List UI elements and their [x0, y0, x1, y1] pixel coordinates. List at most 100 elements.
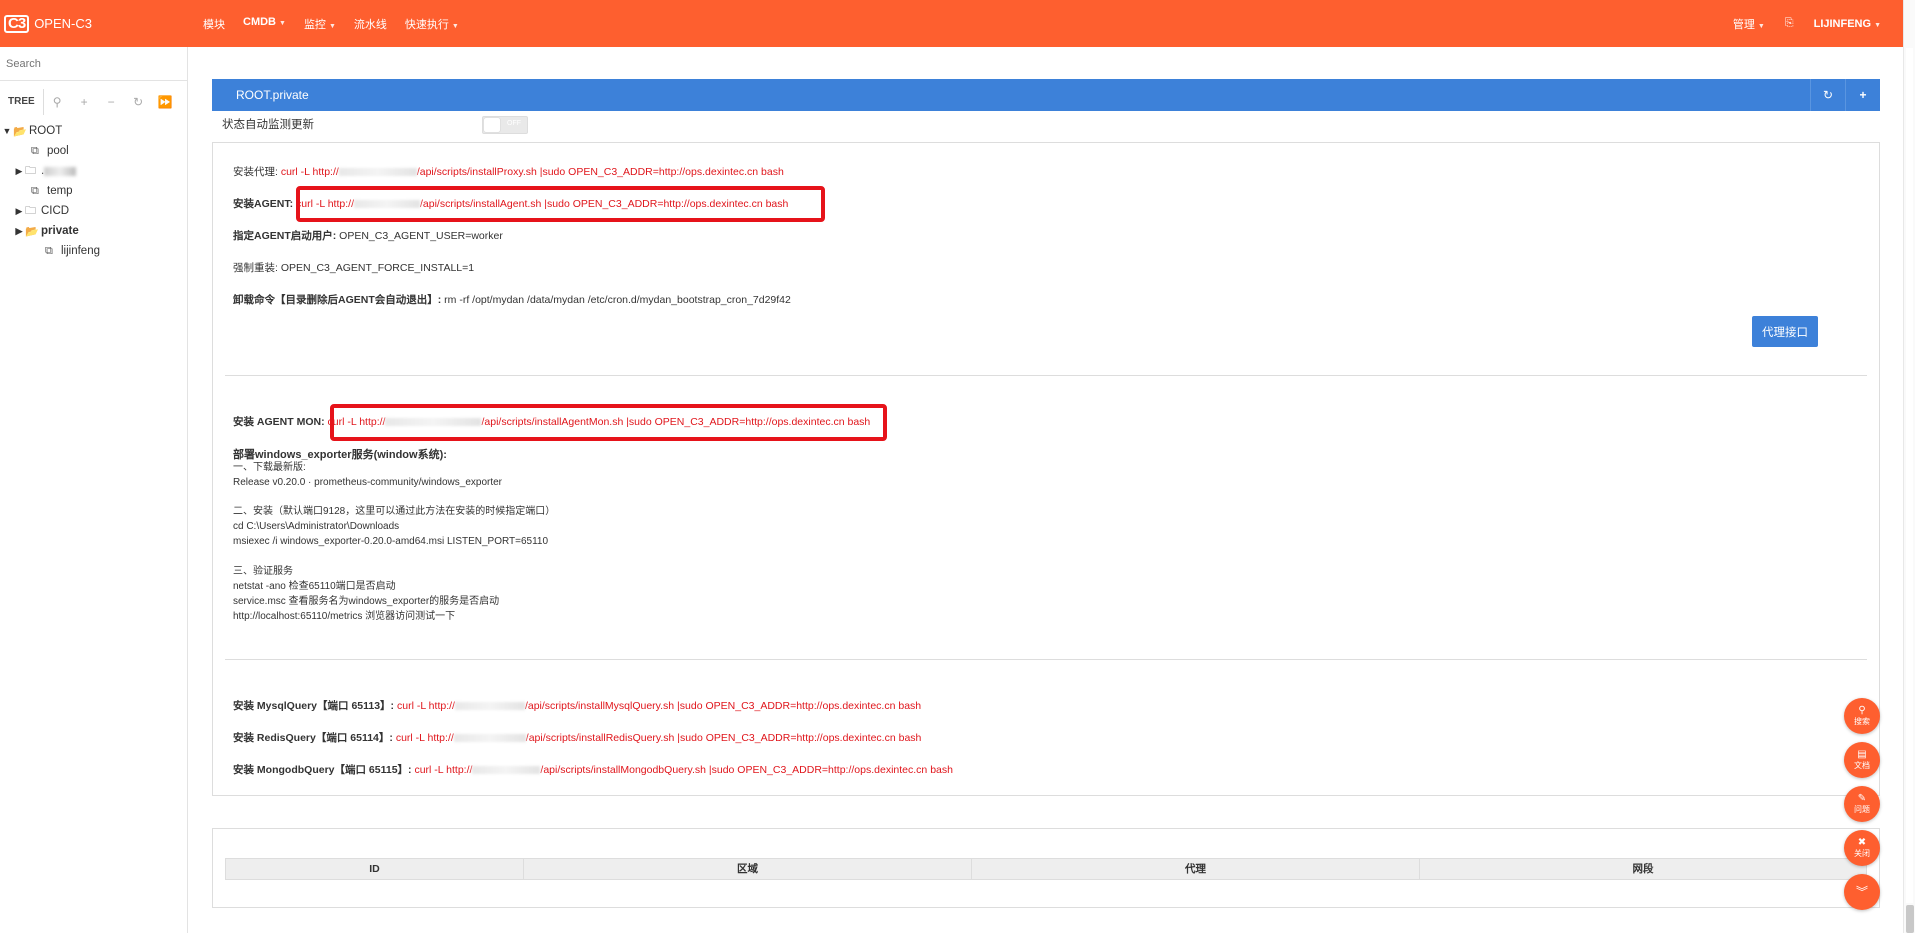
uninstall-label: 卸载命令【目录删除后AGENT会自动退出】: — [233, 294, 442, 306]
pin-icon[interactable]: ⚲ — [44, 95, 71, 109]
auto-update-toggle[interactable]: OFF — [482, 116, 528, 134]
tree-node-cicd[interactable]: ▶ 🗀 CICD — [0, 201, 187, 221]
fab-collapse-button[interactable]: ︾ — [1844, 874, 1880, 910]
blurred-host — [472, 766, 541, 775]
plus-icon[interactable]: + — [71, 95, 98, 109]
install-mongodb-label: 安装 MongodbQuery【端口 65115】: — [233, 764, 412, 776]
tree-node-label: temp — [47, 185, 73, 197]
forward-icon[interactable]: ⏩ — [152, 95, 179, 109]
chevron-right-icon[interactable]: ▶ — [13, 206, 25, 217]
blurred-host — [338, 168, 417, 177]
blurred-label — [44, 166, 77, 176]
folder-open-icon: 📂 — [13, 125, 27, 138]
toggle-knob — [484, 118, 500, 132]
tree-node-label: CICD — [41, 205, 70, 217]
install-proxy-command[interactable]: curl -L http:///api/scripts/installProxy… — [281, 166, 784, 178]
sidebar: TREE ⚲ + − ↻ ⏩ ▼ 📂 ROOT ⧉ pool ▶ 🗀 . ⧉ t… — [0, 47, 188, 933]
column-region[interactable]: 区域 — [524, 859, 972, 879]
section-divider — [225, 659, 1867, 660]
column-subnet[interactable]: 网段 — [1420, 859, 1866, 879]
app-logo[interactable]: C3 OPEN-C3 — [4, 14, 194, 33]
top-navbar: C3 OPEN-C3 模块 CMDB ▼ 监控 ▼ 流水线 快速执行 ▼ 管理 ▼ ⎘ … — [0, 0, 1903, 47]
fab-issue-button[interactable]: ✎ 问题 — [1844, 786, 1880, 822]
tree-search-input[interactable] — [6, 57, 176, 70]
nav-modules[interactable]: 模块 — [194, 16, 234, 32]
chevron-right-icon[interactable]: ▶ — [13, 166, 25, 177]
install-agent-label: 安装AGENT: — [233, 198, 294, 210]
tree-node-hidden[interactable]: ▶ 🗀 . — [0, 161, 187, 181]
force-install-value: OPEN_C3_AGENT_FORCE_INSTALL=1 — [280, 262, 475, 274]
panel-header: ROOT.private ↻ + — [212, 79, 1880, 111]
nav-quick-exec[interactable]: 快速执行 ▼ — [396, 16, 468, 32]
close-icon: ✖ — [1857, 836, 1867, 848]
nav-manage[interactable]: 管理 ▼ — [1723, 16, 1775, 32]
fab-close-button[interactable]: ✖ 关闭 — [1844, 830, 1880, 866]
proxy-table-header: ID 区域 代理 网段 — [225, 858, 1867, 880]
tree-node-root[interactable]: ▼ 📂 ROOT — [0, 121, 187, 141]
copy-icon: ⧉ — [31, 184, 39, 197]
nav-user[interactable]: LIJINFENG ▼ — [1804, 18, 1891, 30]
copy-icon: ⧉ — [45, 244, 53, 257]
windows-step2: 二、安装（默认端口9128，这里可以通过此方法在安装的时候指定端口） cd C:… — [233, 506, 556, 547]
scrollbar-track — [1906, 48, 1913, 903]
page-scrollbar[interactable] — [1903, 0, 1915, 933]
uninstall-line: 卸载命令【目录删除后AGENT会自动退出】: rm -rf /opt/mydan… — [233, 292, 791, 307]
app-name: OPEN-C3 — [34, 16, 92, 31]
section-divider — [225, 375, 1867, 376]
tree-node-lijinfeng[interactable]: ⧉ lijinfeng — [0, 241, 187, 261]
folder-open-icon: 📂 — [25, 225, 39, 238]
add-button[interactable]: + — [1845, 79, 1880, 111]
blurred-host — [454, 702, 525, 711]
tree-node-pool[interactable]: ⧉ pool — [0, 141, 187, 161]
tree-node-label: pool — [47, 145, 69, 157]
fab-label: 搜索 — [1854, 716, 1870, 726]
status-auto-update-label: 状态自动监测更新 — [222, 119, 314, 131]
caret-down-icon: ▼ — [451, 22, 459, 30]
tree-node-temp[interactable]: ⧉ temp — [0, 181, 187, 201]
plus-icon: + — [1859, 88, 1867, 102]
tree-label: TREE — [0, 89, 44, 115]
proxy-api-button[interactable]: 代理接口 — [1752, 316, 1818, 347]
install-agent-mon-label: 安装 AGENT MON: — [233, 416, 325, 428]
nav-pipeline[interactable]: 流水线 — [345, 16, 396, 32]
fab-label: 问题 — [1854, 804, 1870, 814]
nav-cmdb[interactable]: CMDB ▼ — [234, 16, 295, 32]
panel-title: ROOT.private — [236, 88, 309, 102]
refresh-icon[interactable]: ↻ — [125, 95, 152, 109]
status-auto-update: 状态自动监测更新 — [222, 116, 314, 132]
install-mysql-command[interactable]: curl -L http:///api/scripts/installMysql… — [397, 700, 921, 712]
column-id[interactable]: ID — [226, 859, 524, 879]
scrollbar-thumb[interactable] — [1906, 905, 1914, 933]
chevron-right-icon[interactable]: ▶ — [13, 226, 25, 237]
tree-node-private[interactable]: ▶ 📂 private — [0, 221, 187, 241]
highlight-box-agent-mon — [330, 404, 887, 441]
install-mongodb-command[interactable]: curl -L http:///api/scripts/installMongo… — [414, 764, 953, 776]
main-nav: 模块 CMDB ▼ 监控 ▼ 流水线 快速执行 ▼ — [194, 16, 468, 32]
agent-user-value: OPEN_C3_AGENT_USER=worker — [339, 230, 503, 242]
fab-label: 关闭 — [1854, 848, 1870, 858]
tree-node-label: lijinfeng — [61, 245, 100, 257]
column-proxy[interactable]: 代理 — [972, 859, 1420, 879]
language-icon[interactable]: ⎘ — [1775, 17, 1804, 30]
highlight-box-agent — [296, 186, 825, 222]
tree-node-label: ROOT — [29, 125, 63, 137]
install-redis-command[interactable]: curl -L http:///api/scripts/installRedis… — [396, 732, 922, 744]
double-chevron-down-icon: ︾ — [1855, 885, 1868, 899]
install-redis-line: 安装 RedisQuery【端口 65114】: curl -L http://… — [233, 730, 921, 745]
install-proxy-label: 安装代理: — [233, 166, 278, 178]
copy-icon: ⧉ — [31, 144, 39, 157]
caret-down-icon: ▼ — [279, 19, 286, 27]
force-install-label: 强制重装: — [233, 262, 278, 274]
fab-docs-button[interactable]: ▤ 文档 — [1844, 742, 1880, 778]
force-install-line: 强制重装: OPEN_C3_AGENT_FORCE_INSTALL=1 — [233, 260, 474, 275]
chevron-down-icon[interactable]: ▼ — [1, 126, 13, 136]
nav-monitor[interactable]: 监控 ▼ — [295, 16, 345, 32]
logo-icon: C3 — [4, 14, 30, 33]
install-mysql-line: 安装 MysqlQuery【端口 65113】: curl -L http://… — [233, 698, 921, 713]
fab-search-button[interactable]: ⚲ 搜索 — [1844, 698, 1880, 734]
nav-right: 管理 ▼ ⎘ LIJINFENG ▼ — [1723, 0, 1891, 47]
edit-icon: ✎ — [1857, 792, 1867, 804]
refresh-button[interactable]: ↻ — [1810, 79, 1845, 111]
caret-down-icon: ▼ — [1757, 22, 1765, 30]
minus-icon[interactable]: − — [98, 95, 125, 109]
